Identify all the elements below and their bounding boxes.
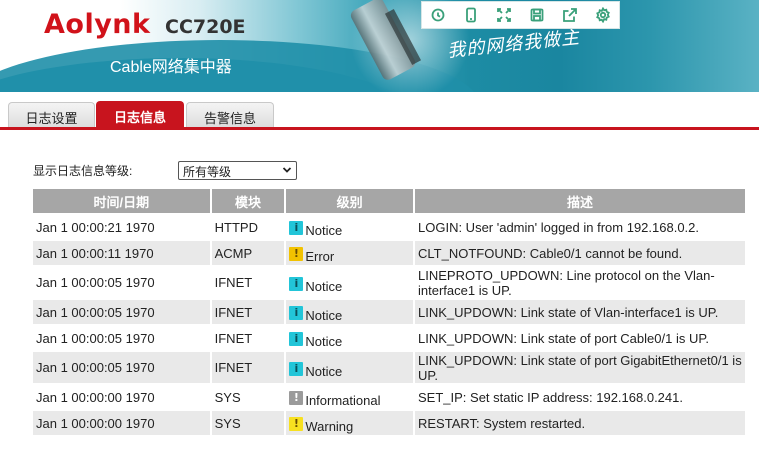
save-button[interactable]	[526, 4, 548, 26]
level-indicator: i Notice	[289, 276, 343, 294]
cell-time: Jan 1 00:00:00 1970	[33, 409, 210, 435]
fullscreen-button[interactable]	[493, 4, 515, 26]
cell-description: CLT_NOTFOUND: Cable0/1 cannot be found.	[415, 239, 745, 265]
level-indicator: ! Warning	[289, 416, 354, 434]
header-banner: Aolynk CC720E Cable网络集中器 我的网络我做主	[0, 0, 759, 92]
cell-time: Jan 1 00:00:11 1970	[33, 239, 210, 265]
table-row: Jan 1 00:00:00 1970 SYS! Warning RESTART: S…	[33, 409, 745, 435]
table-row: Jan 1 00:00:05 1970 IFNET i Notice LINK_UPDO…	[33, 298, 745, 324]
cell-level: ! Error	[286, 239, 413, 265]
cell-module: SYS	[211, 383, 285, 409]
level-indicator: i Notice	[289, 305, 343, 323]
level-select-value: 所有等级	[183, 165, 232, 179]
toolbar	[421, 1, 620, 29]
cell-module: IFNET	[211, 324, 285, 350]
cell-description: LINK_UPDOWN: Link state of port GigabitE…	[415, 350, 745, 383]
cell-module: ACMP	[211, 239, 285, 265]
cell-description: LOGIN: User 'admin' logged in from 192.1…	[415, 213, 745, 239]
cell-level: i Notice	[286, 350, 413, 383]
level-indicator: i Notice	[289, 331, 343, 349]
column-header-description: 描述	[415, 189, 745, 213]
notice-level-icon: i	[289, 332, 304, 346]
level-filter-label: 显示日志信息等级:	[33, 164, 133, 178]
table-row: Jan 1 00:00:21 1970 HTTPD i Notice LOGIN: Us…	[33, 213, 745, 239]
table-row: Jan 1 00:00:00 1970 SYS! Informational SET_…	[33, 383, 745, 409]
cell-level: i Notice	[286, 324, 413, 350]
cell-module: IFNET	[211, 350, 285, 383]
level-label: Notice	[305, 308, 343, 323]
cell-level: i Notice	[286, 265, 413, 298]
save-icon	[530, 8, 544, 22]
cell-module: IFNET	[211, 298, 285, 324]
table-row: Jan 1 00:00:05 1970 IFNET i Notice LINK_UPDO…	[33, 324, 745, 350]
tab-alarm-info[interactable]: 告警信息	[186, 102, 274, 128]
level-label: Informational	[305, 393, 381, 408]
cell-description: LINK_UPDOWN: Link state of Vlan-interfac…	[415, 298, 745, 324]
product-subtitle: Cable网络集中器	[110, 59, 232, 76]
cell-level: i Notice	[286, 298, 413, 324]
cell-module: SYS	[211, 409, 285, 435]
table-row: Jan 1 00:00:11 1970 ACMP! Error CLT_NOTFOUN…	[33, 239, 745, 265]
cell-level: i Notice	[286, 213, 413, 239]
notice-level-icon: i	[289, 361, 304, 376]
level-label: Notice	[305, 223, 343, 238]
table-row: Jan 1 00:00:05 1970 IFNET i Notice LINEPROTO…	[33, 265, 745, 298]
cell-description: SET_IP: Set static IP address: 192.168.0…	[415, 383, 745, 409]
warning-level-icon: !	[289, 417, 304, 431]
cell-module: HTTPD	[211, 213, 285, 239]
column-header-time: 时间/日期	[33, 189, 210, 213]
cell-time: Jan 1 00:00:05 1970	[33, 265, 210, 298]
chevron-down-icon	[282, 167, 292, 173]
fullscreen-icon	[497, 8, 511, 22]
level-indicator: i Notice	[289, 361, 343, 379]
column-header-level: 级别	[286, 189, 413, 213]
cell-time: Jan 1 00:00:21 1970	[33, 213, 210, 239]
cell-description: LINK_UPDOWN: Link state of port Cable0/1…	[415, 324, 745, 350]
cell-description: LINEPROTO_UPDOWN: Line protocol on the V…	[415, 265, 745, 298]
error-level-icon: !	[289, 247, 304, 261]
export-icon	[562, 8, 577, 22]
tab-underline	[0, 127, 759, 130]
cell-time: Jan 1 00:00:00 1970	[33, 383, 210, 409]
level-indicator: ! Informational	[289, 390, 381, 408]
tab-log-info[interactable]: 日志信息	[96, 101, 184, 129]
level-label: Notice	[305, 363, 343, 379]
mobile-icon	[466, 7, 477, 23]
cell-module: IFNET	[211, 265, 285, 298]
export-button[interactable]	[559, 4, 581, 26]
log-table: 时间/日期 模块 级别 描述 Jan 1 00:00:21 1970 HTTPD i…	[31, 189, 747, 435]
level-indicator: ! Error	[289, 246, 335, 264]
table-row: Jan 1 00:00:05 1970 IFNET i Notice LINK_UPDO…	[33, 350, 745, 383]
level-label: Warning	[305, 419, 354, 434]
notice-level-icon: i	[289, 306, 304, 320]
brand-logo: Aolynk	[44, 9, 151, 40]
cell-time: Jan 1 00:00:05 1970	[33, 324, 210, 350]
refresh-button[interactable]	[427, 4, 449, 26]
column-header-module: 模块	[211, 189, 285, 213]
level-label: Notice	[305, 334, 343, 349]
tab-log-settings[interactable]: 日志设置	[8, 102, 95, 128]
cell-time: Jan 1 00:00:05 1970	[33, 298, 210, 324]
notice-level-icon: i	[289, 276, 304, 291]
model-name: CC720E	[165, 16, 246, 38]
cell-time: Jan 1 00:00:05 1970	[33, 350, 210, 383]
cell-description: RESTART: System restarted.	[415, 409, 745, 435]
level-select[interactable]: 所有等级	[178, 161, 297, 180]
mobile-button[interactable]	[460, 4, 482, 26]
info-level-icon: !	[289, 391, 304, 405]
cell-level: ! Warning	[286, 409, 413, 435]
gear-icon	[595, 7, 610, 23]
level-indicator: i Notice	[289, 220, 343, 238]
cell-level: ! Informational	[286, 383, 413, 409]
settings-button[interactable]	[592, 4, 614, 26]
level-label: Error	[305, 249, 335, 264]
refresh-icon	[432, 8, 445, 22]
level-label: Notice	[305, 278, 343, 294]
table-header-row: 时间/日期 模块 级别 描述	[33, 189, 745, 213]
notice-level-icon: i	[289, 221, 304, 235]
